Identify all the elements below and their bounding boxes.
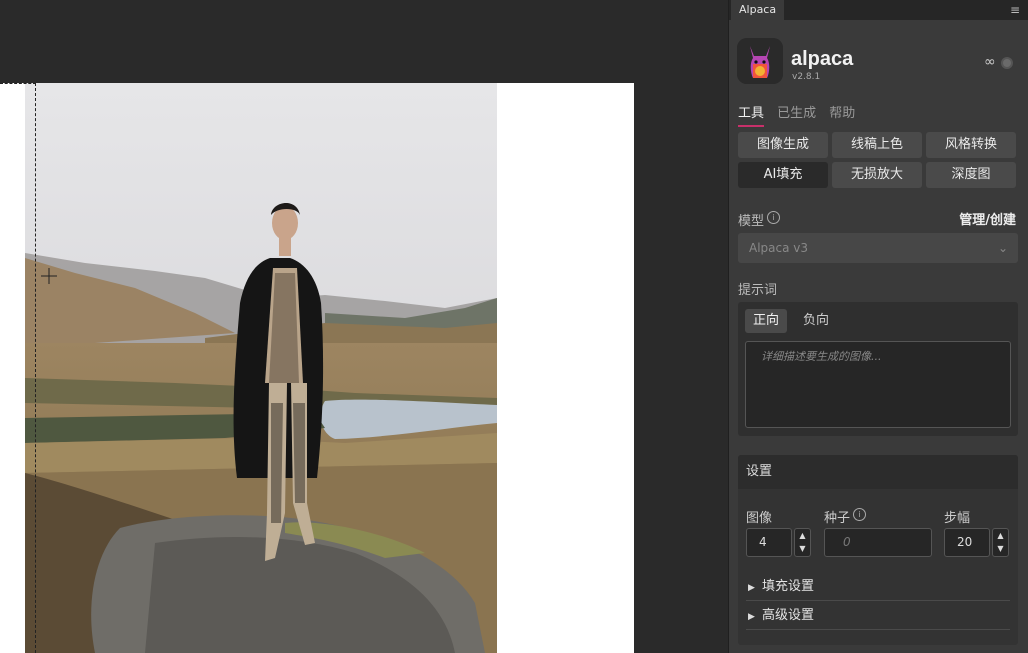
app-name: alpaca <box>791 48 854 70</box>
triangle-right-icon: ▶ <box>748 583 755 593</box>
canvas-area[interactable] <box>0 0 728 653</box>
tool-ai-fill-button[interactable]: AI填充 <box>738 162 828 188</box>
prompt-box: 正向 负向 详细描述要生成的图像... <box>738 302 1018 436</box>
tool-image-generate-button[interactable]: 图像生成 <box>738 132 828 158</box>
tool-style-transfer-button[interactable]: 风格转换 <box>926 132 1016 158</box>
seed-label: 种子 <box>824 511 851 526</box>
settings-header[interactable]: 设置 <box>738 455 1018 489</box>
tool-upscale-button[interactable]: 无损放大 <box>832 162 922 188</box>
seed-input[interactable]: 0 <box>824 528 932 557</box>
tab-tools[interactable]: 工具 <box>738 102 765 127</box>
model-label: 模型 <box>738 214 765 229</box>
app-version: v2.8.1 <box>792 72 821 82</box>
image-count-stepper[interactable]: ▲ ▼ <box>794 528 811 557</box>
prompt-textarea[interactable]: 详细描述要生成的图像... <box>745 341 1011 428</box>
advanced-settings-label: 高级设置 <box>762 608 815 623</box>
document-canvas[interactable] <box>0 83 634 653</box>
tab-negative-prompt[interactable]: 负向 <box>795 309 837 333</box>
stepper-up-icon[interactable]: ▲ <box>993 529 1008 542</box>
steps-stepper[interactable]: ▲ ▼ <box>992 528 1009 557</box>
tool-depth-map-button[interactable]: 深度图 <box>926 162 1016 188</box>
tool-lineart-color-button[interactable]: 线稿上色 <box>832 132 922 158</box>
image-count-label: 图像 <box>746 511 773 526</box>
panel-tabbar: Alpaca ≡ <box>729 0 1028 20</box>
selection-marquee-top <box>0 83 36 84</box>
steps-label: 步幅 <box>944 511 971 526</box>
hamburger-icon[interactable]: ≡ <box>1010 3 1020 17</box>
triangle-right-icon: ▶ <box>748 612 755 622</box>
connection-status-icon <box>1001 57 1013 69</box>
alpaca-panel: Alpaca ≡ alpaca v2.8.1 ∞ 工具 已生成 帮助 图像生成 … <box>728 0 1028 653</box>
stepper-down-icon[interactable]: ▼ <box>795 542 810 555</box>
crosshair-cursor-icon <box>41 268 57 284</box>
tab-generated[interactable]: 已生成 <box>777 102 816 125</box>
chevron-down-icon: ⌄ <box>997 241 1008 255</box>
model-select[interactable]: Alpaca v3 ⌄ <box>738 233 1018 263</box>
stepper-up-icon[interactable]: ▲ <box>795 529 810 542</box>
stepper-down-icon[interactable]: ▼ <box>993 542 1008 555</box>
info-icon[interactable]: i <box>767 211 780 224</box>
panel-header: alpaca v2.8.1 ∞ <box>737 38 1021 88</box>
manage-create-link[interactable]: 管理/创建 <box>959 209 1016 228</box>
settings-section: 设置 图像 4 ▲ ▼ 种子 i 0 步幅 20 ▲ ▼ ▶ 填充设置 ▶ 高级设置 <box>738 455 1018 645</box>
model-select-value: Alpaca v3 <box>749 241 809 255</box>
tab-positive-prompt[interactable]: 正向 <box>745 309 787 333</box>
steps-input[interactable]: 20 <box>944 528 990 557</box>
alpaca-logo-icon <box>737 38 783 84</box>
photo-image <box>25 83 497 653</box>
image-count-input[interactable]: 4 <box>746 528 792 557</box>
main-tabs: 工具 已生成 帮助 <box>738 102 863 127</box>
seed-info-icon[interactable]: i <box>853 508 866 521</box>
infinity-link-icon[interactable]: ∞ <box>984 54 996 70</box>
fill-settings-label: 填充设置 <box>762 579 815 594</box>
panel-tab-alpaca[interactable]: Alpaca <box>731 0 785 20</box>
advanced-settings-row[interactable]: ▶ 高级设置 <box>746 602 1010 630</box>
prompt-label: 提示词 <box>738 283 778 298</box>
selection-marquee-edge[interactable] <box>35 83 36 653</box>
fill-settings-row[interactable]: ▶ 填充设置 <box>746 573 1010 601</box>
tab-help[interactable]: 帮助 <box>829 102 855 125</box>
